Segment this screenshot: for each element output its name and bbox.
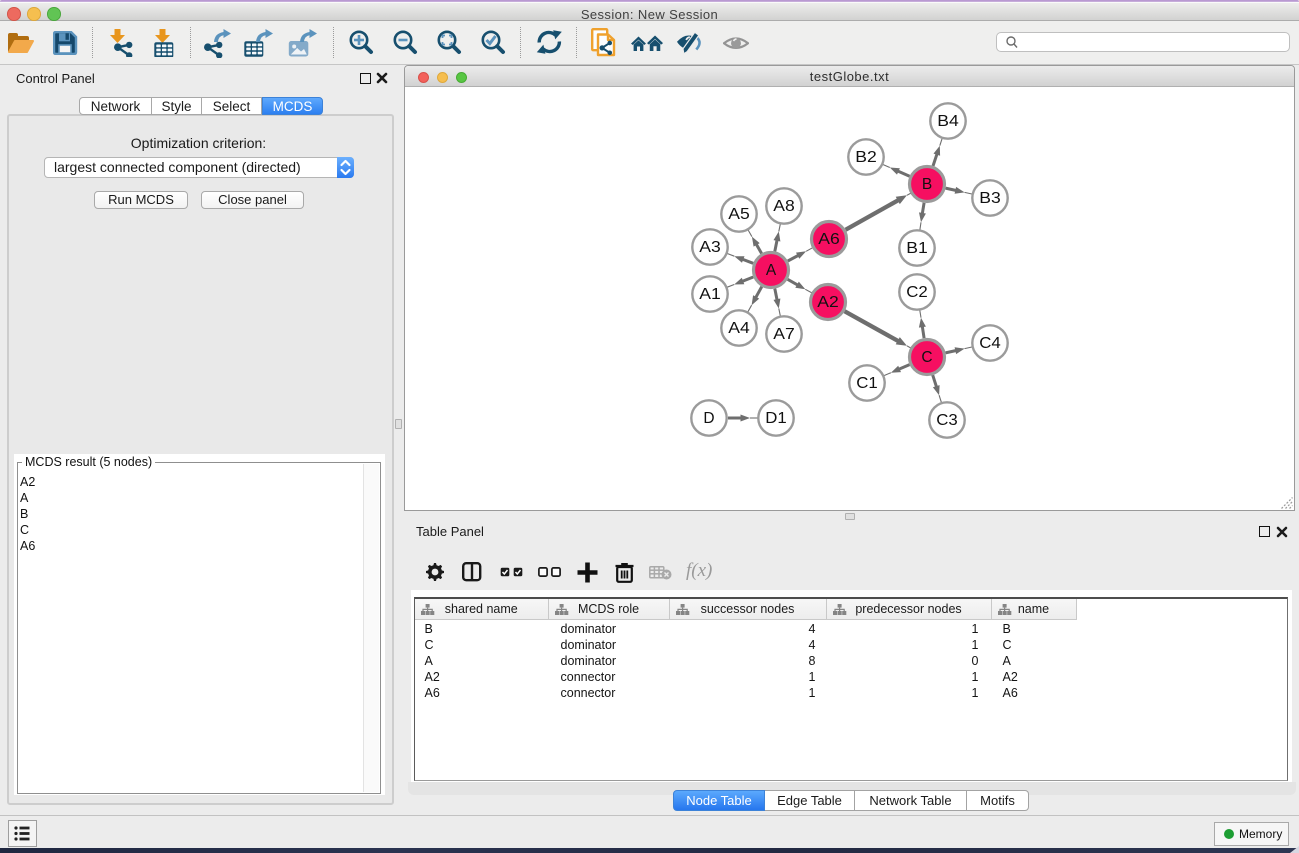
svg-text:A1: A1	[699, 286, 721, 303]
svg-text:C1: C1	[856, 375, 878, 392]
svg-text:A3: A3	[699, 239, 721, 256]
svg-text:D1: D1	[765, 410, 787, 427]
svg-text:D: D	[703, 410, 714, 427]
svg-text:B: B	[922, 176, 932, 193]
svg-text:B2: B2	[855, 149, 877, 166]
svg-text:A4: A4	[728, 320, 750, 337]
svg-text:Memory: Memory	[1239, 827, 1282, 841]
svg-text:C4: C4	[979, 335, 1001, 352]
svg-text:A: A	[766, 262, 777, 279]
svg-text:A8: A8	[773, 198, 795, 215]
svg-text:C2: C2	[906, 284, 928, 301]
svg-text:B1: B1	[906, 240, 928, 257]
svg-text:A7: A7	[773, 326, 795, 343]
svg-text:A6: A6	[818, 231, 840, 248]
svg-text:C: C	[921, 349, 932, 366]
svg-text:B3: B3	[979, 190, 1001, 207]
svg-text:B4: B4	[937, 113, 959, 130]
svg-text:A5: A5	[728, 206, 750, 223]
svg-text:A2: A2	[817, 294, 839, 311]
svg-text:C3: C3	[936, 412, 958, 429]
